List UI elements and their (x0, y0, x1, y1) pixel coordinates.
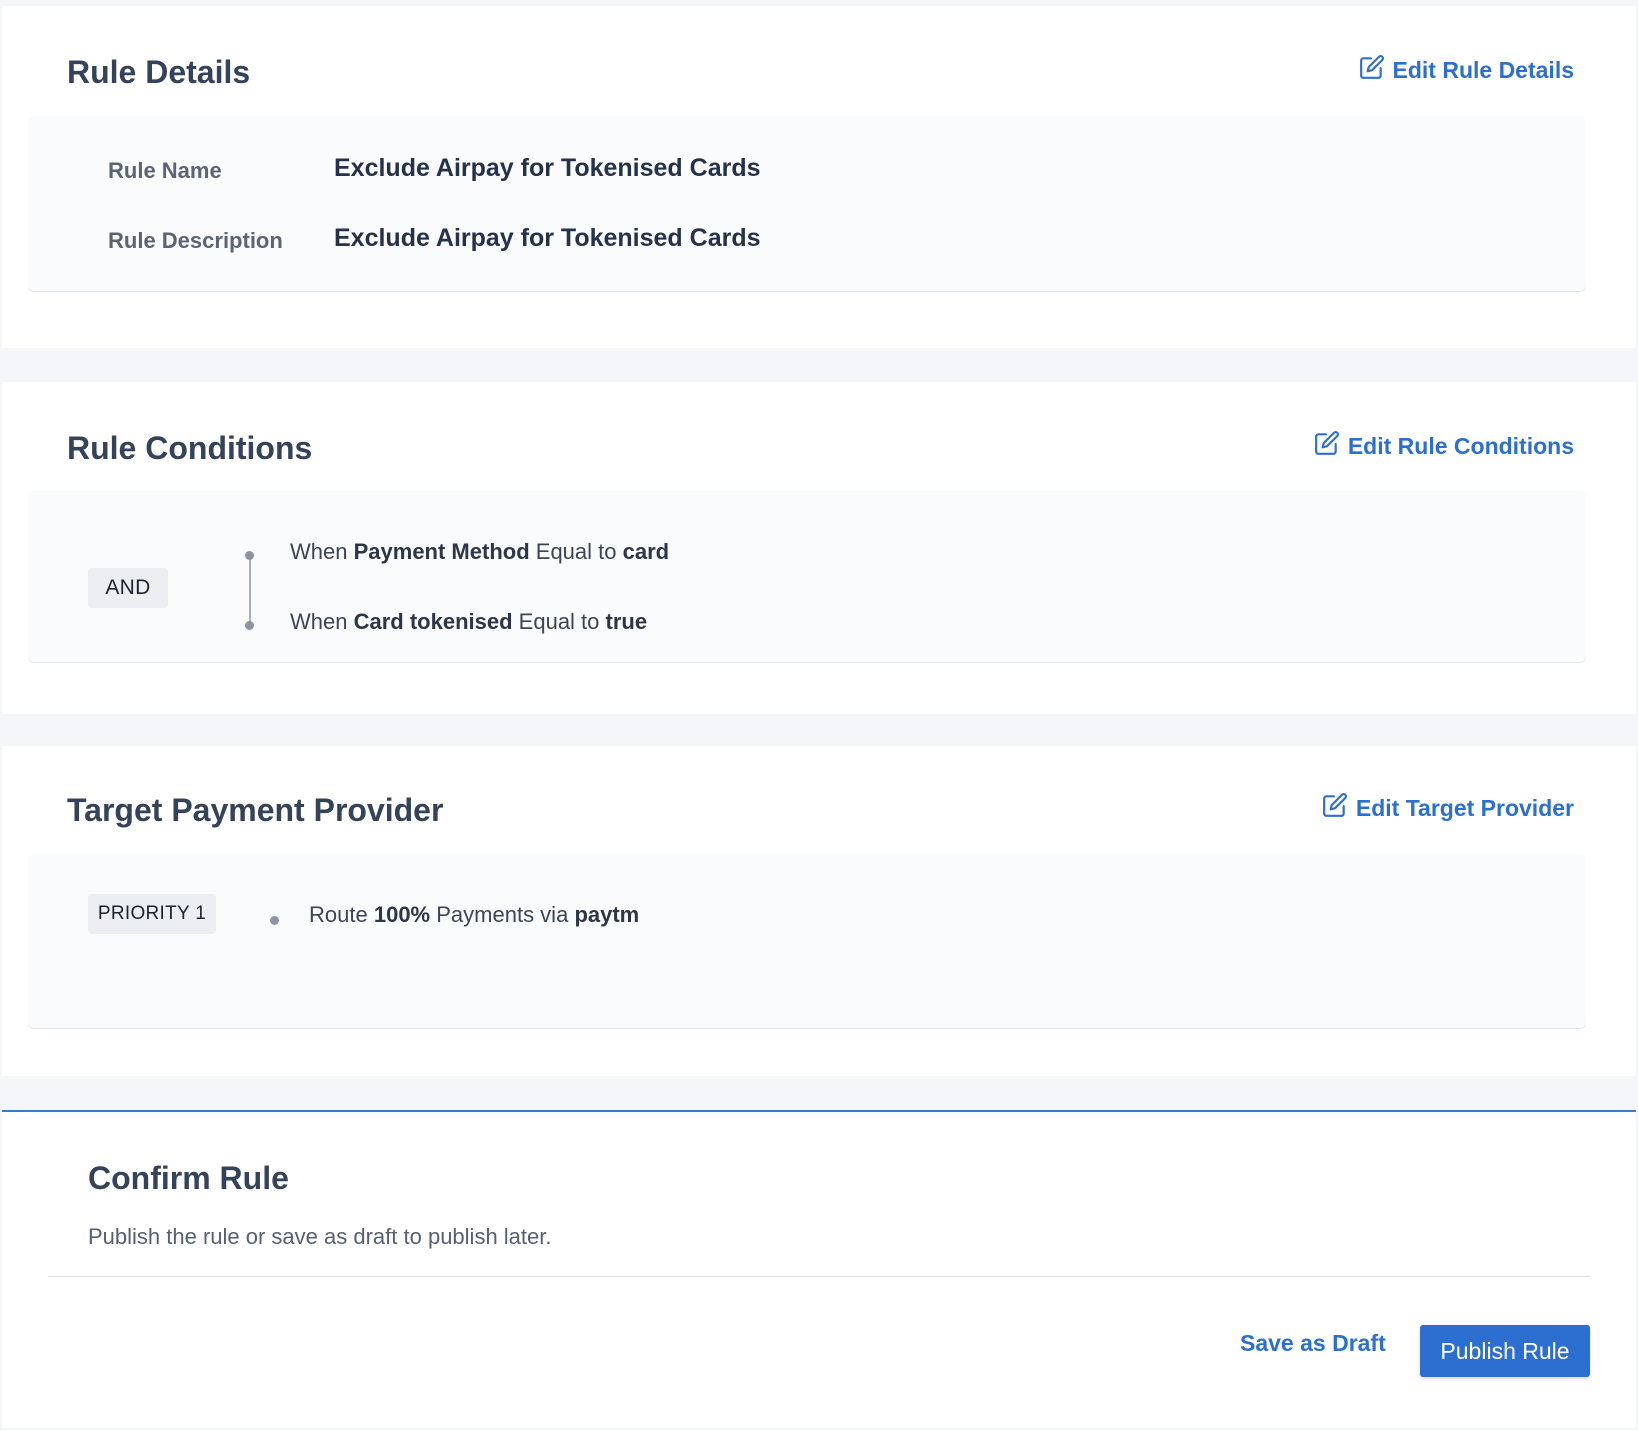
condition-comparator: Equal to (518, 609, 600, 634)
edit-icon (1322, 792, 1348, 824)
rule-conditions-title: Rule Conditions (67, 430, 313, 466)
rule-details-title: Rule Details (67, 54, 251, 90)
route-dot (270, 916, 279, 925)
rule-details-card: Rule Name Exclude Airpay for Tokenised C… (28, 116, 1586, 291)
confirm-rule-panel: Confirm Rule Publish the rule or save as… (2, 1110, 1636, 1428)
confirm-divider (48, 1276, 1590, 1277)
route-provider: paytm (574, 902, 640, 927)
condition-dot (245, 551, 254, 560)
route-middle: Payments via (436, 902, 569, 927)
save-as-draft-button[interactable]: Save as Draft (1240, 1330, 1386, 1357)
rule-conditions-panel: Rule Conditions Edit Rule Conditions AND… (2, 382, 1636, 714)
edit-icon (1314, 430, 1340, 462)
rule-description-value: Exclude Airpay for Tokenised Cards (334, 224, 761, 252)
target-provider-card: PRIORITY 1 Route 100% Payments via paytm (28, 854, 1586, 1028)
priority-chip: PRIORITY 1 (88, 894, 216, 934)
edit-rule-details-label: Edit Rule Details (1392, 56, 1574, 83)
target-provider-title: Target Payment Provider (67, 792, 444, 828)
edit-rule-conditions-link[interactable]: Edit Rule Conditions (1314, 430, 1574, 462)
condition-field: Card tokenised (353, 609, 513, 634)
edit-target-provider-link[interactable]: Edit Target Provider (1322, 792, 1574, 824)
rule-conditions-card: AND When Payment Method Equal to card Wh… (28, 490, 1586, 662)
publish-rule-button[interactable]: Publish Rule (1420, 1325, 1590, 1377)
condition-prefix: When (290, 609, 348, 634)
confirm-rule-title: Confirm Rule (88, 1160, 289, 1196)
target-provider-panel: Target Payment Provider Edit Target Prov… (2, 746, 1636, 1076)
condition-value: card (622, 539, 670, 564)
condition-prefix: When (290, 539, 348, 564)
condition-row: When Payment Method Equal to card (290, 539, 669, 565)
rule-description-label: Rule Description (108, 228, 283, 253)
rule-name-label: Rule Name (108, 158, 222, 183)
confirm-rule-subtitle: Publish the rule or save as draft to pub… (88, 1224, 552, 1249)
edit-rule-conditions-label: Edit Rule Conditions (1347, 432, 1574, 459)
condition-field: Payment Method (353, 539, 530, 564)
operator-chip: AND (88, 568, 168, 608)
route-row: Route 100% Payments via paytm (309, 902, 639, 928)
rule-details-panel: Rule Details Edit Rule Details Rule Name… (2, 6, 1636, 348)
condition-comparator: Equal to (535, 539, 617, 564)
route-prefix: Route (309, 902, 368, 927)
edit-target-provider-label: Edit Target Provider (1355, 794, 1574, 821)
edit-rule-details-link[interactable]: Edit Rule Details (1359, 54, 1574, 86)
condition-dot (245, 621, 254, 630)
condition-value: true (605, 609, 648, 634)
route-percent: 100% (373, 902, 431, 927)
condition-row: When Card tokenised Equal to true (290, 609, 647, 635)
rule-name-value: Exclude Airpay for Tokenised Cards (334, 154, 761, 182)
edit-icon (1359, 54, 1385, 86)
condition-connector-line (249, 555, 251, 623)
